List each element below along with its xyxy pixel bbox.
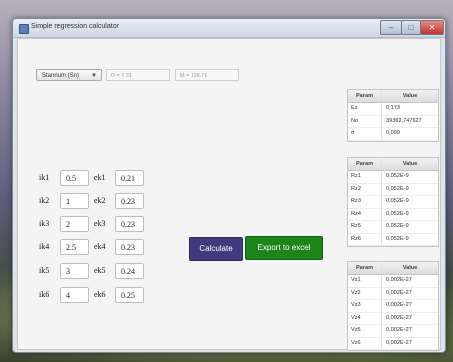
value-cell: 0,052E-9 xyxy=(386,173,409,179)
table-header: Param Value xyxy=(348,158,438,171)
ek-label: ek6 xyxy=(94,290,106,299)
param-cell: Rz2 xyxy=(348,183,382,195)
table-row[interactable]: Vz6 0,002E-27 xyxy=(348,337,438,350)
ik-label: ik1 xyxy=(39,173,50,182)
ik-label: ik4 xyxy=(39,242,50,251)
chevron-down-icon: ▼ xyxy=(91,73,97,79)
table-row[interactable]: Vz4 0,002E-27 xyxy=(348,312,438,325)
ek-input[interactable]: 0.21 xyxy=(115,170,144,186)
param-cell: Rz3 xyxy=(348,196,382,208)
table-row[interactable]: Rz1 0,052E-9 xyxy=(348,171,438,184)
param-cell: No xyxy=(348,115,382,127)
ek-label: ek4 xyxy=(94,242,106,251)
element-select-value: Stannum (Sn) xyxy=(42,73,80,79)
title-bar[interactable]: Simple regression calculator – □ ✕ xyxy=(13,19,445,38)
table-row[interactable]: Vz1 0,002E-27 xyxy=(348,275,438,288)
ek-input[interactable]: 0.23 xyxy=(115,193,144,209)
ik-input[interactable]: 3 xyxy=(60,263,89,279)
param-column-header[interactable]: Param xyxy=(348,262,382,274)
param-cell: Rz4 xyxy=(348,208,382,220)
param-column-header[interactable]: Param xyxy=(348,158,382,170)
ik-label: ik3 xyxy=(39,219,50,228)
stats-table: Param Value Ez 0,173 No 39362,747627 σ 0,099 xyxy=(347,89,439,142)
param-cell: Ez xyxy=(348,103,382,115)
app-icon xyxy=(19,24,29,34)
table-row[interactable]: Vz3 0,002E-27 xyxy=(348,300,438,313)
table-row[interactable]: Ez 0,173 xyxy=(348,103,438,116)
ik-input[interactable]: 1 xyxy=(60,193,89,209)
ik-input[interactable]: 2.5 xyxy=(60,239,89,255)
app-window: Simple regression calculator – □ ✕ Stann… xyxy=(12,18,446,353)
element-select[interactable]: Stannum (Sn) ▼ xyxy=(36,69,102,81)
ek-input[interactable]: 0.24 xyxy=(115,263,144,279)
minimize-button[interactable]: – xyxy=(380,20,402,35)
ik-label: ik5 xyxy=(39,266,50,275)
value-cell: 0,052E-9 xyxy=(386,198,409,204)
value-cell: 0,002E-27 xyxy=(386,289,412,296)
value-cell: 0,052E-9 xyxy=(386,185,409,192)
export-to-excel-button[interactable]: Export to excel xyxy=(245,236,323,260)
param-cell: Vz3 xyxy=(348,300,382,312)
value-column-header[interactable]: Value xyxy=(382,90,438,102)
ek-label: ek1 xyxy=(94,173,106,182)
calculate-button[interactable]: Calculate xyxy=(189,237,243,261)
table-row[interactable]: Vz5 0,002E-27 xyxy=(348,325,438,338)
rz-table: Param Value Rz1 0,052E-9 Rz2 0,052E-9 Rz3 0,052… xyxy=(347,157,439,247)
table-row[interactable]: Rz2 0,052E-9 xyxy=(348,183,438,196)
ik-input[interactable]: 4 xyxy=(60,287,89,303)
param-cell: Rz1 xyxy=(348,171,382,183)
value-cell: 0,002E-27 xyxy=(386,314,412,321)
ek-input[interactable]: 0.25 xyxy=(115,287,144,303)
value-cell: 0,002E-27 xyxy=(386,339,412,346)
table-row[interactable]: Vz2 0,002E-27 xyxy=(348,287,438,300)
value-cell: 0,002E-27 xyxy=(386,327,412,333)
param-cell: Vz6 xyxy=(348,337,382,349)
param-cell: Rz5 xyxy=(348,221,382,233)
value-cell: 0,052E-9 xyxy=(386,210,409,217)
ik-label: ik2 xyxy=(39,196,50,205)
value-cell: 0,002E-27 xyxy=(386,302,412,308)
param-cell: Vz5 xyxy=(348,325,382,337)
vz-table: Param Value Vz1 0,002E-27 Vz2 0,002E-27 Vz3 0,0… xyxy=(347,261,439,351)
ek-label: ek2 xyxy=(94,196,106,205)
d-field: D = 7.31 xyxy=(106,69,170,81)
table-row[interactable]: Rz4 0,052E-9 xyxy=(348,208,438,221)
maximize-button[interactable]: □ xyxy=(401,20,421,35)
ik-input[interactable]: 0.5 xyxy=(60,170,89,186)
ek-label: ek3 xyxy=(94,219,106,228)
value-cell: 0,099 xyxy=(386,130,400,136)
value-column-header[interactable]: Value xyxy=(382,262,438,274)
table-row[interactable]: No 39362,747627 xyxy=(348,115,438,128)
value-cell: 0,173 xyxy=(386,105,400,111)
value-column-header[interactable]: Value xyxy=(382,158,438,170)
content-area: Stannum (Sn) ▼ D = 7.31 M = 118.71 ik1 0.… xyxy=(17,38,441,351)
table-header: Param Value xyxy=(348,262,438,275)
param-cell: σ xyxy=(348,128,382,140)
ik-input[interactable]: 2 xyxy=(60,216,89,232)
ek-input[interactable]: 0.23 xyxy=(115,239,144,255)
m-field: M = 118.71 xyxy=(175,69,239,81)
close-button[interactable]: ✕ xyxy=(420,20,444,35)
table-header: Param Value xyxy=(348,90,438,103)
ik-label: ik6 xyxy=(39,290,50,299)
param-cell: Vz2 xyxy=(348,287,382,299)
ek-input[interactable]: 0.23 xyxy=(115,216,144,232)
table-row[interactable]: Rz5 0,052E-9 xyxy=(348,221,438,234)
table-row[interactable]: Rz3 0,052E-9 xyxy=(348,196,438,209)
table-row[interactable]: Rz6 0,052E-9 xyxy=(348,233,438,246)
param-column-header[interactable]: Param xyxy=(348,90,382,102)
table-row[interactable]: σ 0,099 xyxy=(348,128,438,141)
value-cell: 0,052E-9 xyxy=(386,235,409,242)
param-cell: Rz6 xyxy=(348,233,382,245)
param-cell: Vz4 xyxy=(348,312,382,324)
value-cell: 0,052E-9 xyxy=(386,223,409,229)
param-cell: Vz1 xyxy=(348,275,382,287)
value-cell: 0,002E-27 xyxy=(386,277,412,283)
ek-label: ek5 xyxy=(94,266,106,275)
value-cell: 39362,747627 xyxy=(386,117,422,124)
window-title: Simple regression calculator xyxy=(31,23,119,30)
